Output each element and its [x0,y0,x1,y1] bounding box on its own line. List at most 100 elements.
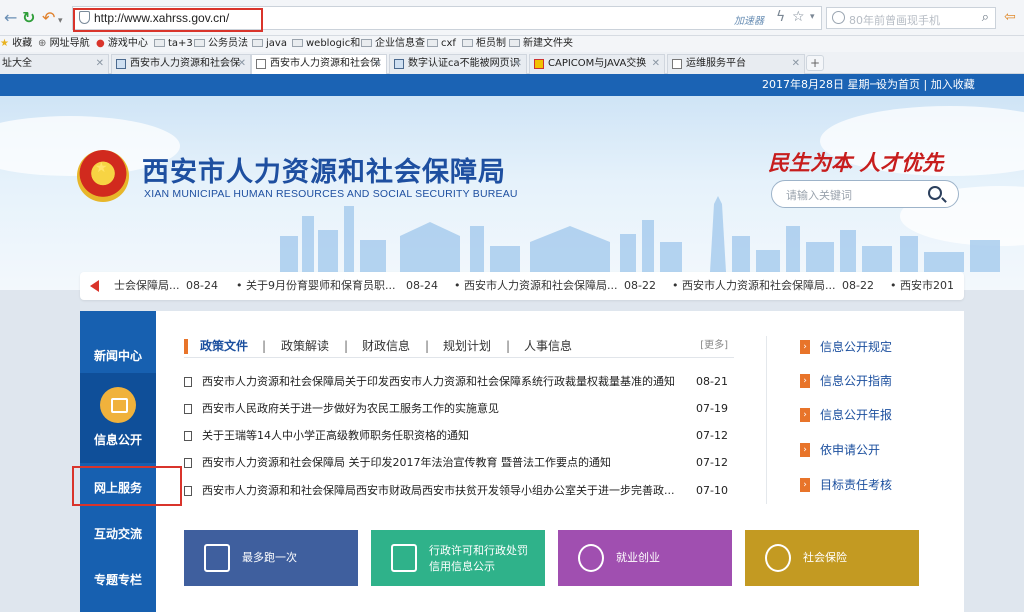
chevron-right-icon: › [800,374,810,388]
star-dropdown-icon[interactable]: ▾ [810,12,815,22]
ticker-item[interactable]: • 西安市人力资源和社会保障局... [672,272,836,300]
site-title[interactable]: 西安市人力资源和社会保障局 [142,150,506,189]
document-icon [184,458,192,468]
search-engine-icon[interactable] [832,11,845,24]
star-icon[interactable]: ☆ [792,9,805,25]
tab-financial-info[interactable]: 财政信息 [362,338,410,354]
folder-icon [361,39,372,47]
tab-title: 西安市人力资源和社会保 [270,58,380,69]
service-tile-employment[interactable]: 就业创业 [558,530,732,586]
folder-icon [194,39,205,47]
news-item[interactable]: 关于王瑞等14人中小学正高级教师职务任职资格的通知 07-12 [184,427,734,445]
close-icon[interactable]: ✕ [238,55,246,73]
topbar-links[interactable]: 设为首页 | 加入收藏 [876,74,975,96]
users-icon [578,544,604,572]
new-tab-button[interactable]: + [806,55,824,71]
news-item[interactable]: 西安市人力资源和社会保障局关于印发西安市人力资源和社会保障系统行政裁量权裁量基准… [184,373,734,391]
close-icon[interactable]: ✕ [374,55,382,73]
news-item[interactable]: 西安市人民政府关于进一步做好为农民工服务工作的实施意见 07-19 [184,400,734,418]
service-tile-credit-info[interactable]: 行政许可和行政处罚 信用信息公示 [371,530,545,586]
news-title[interactable]: 西安市人力资源和和社会保障局西安市财政局西安市扶贫开发领导小组办公室关于进一步完… [202,482,682,500]
ticker-item[interactable]: • 关于9月份育婴师和保育员职... [236,272,396,300]
folder-icon [509,39,520,47]
tab-personnel-info[interactable]: 人事信息 [524,338,572,354]
sidebar-toggle-icon[interactable]: ⇦ [1004,8,1016,26]
news-title[interactable]: 西安市人力资源和社会保障局关于印发西安市人力资源和社会保障系统行政裁量权裁量基准… [202,373,682,391]
bookmark-favorites[interactable]: ★ 收藏 [0,37,32,51]
news-title[interactable]: 关于王瑞等14人中小学正高级教师职务任职资格的通知 [202,427,682,445]
service-tile-social-insurance[interactable]: 社会保险 [745,530,919,586]
bookmark-games[interactable]: ● 游戏中心 [96,37,148,51]
undo-icon[interactable]: ↶ [42,9,55,27]
browser-tab[interactable]: 数字认证ca不能被网页识 ✕ [389,54,527,74]
left-sidebar-nav: 新闻中心 信息公开 网上服务 互动交流 专题专栏 [80,311,156,612]
bookmark-folder[interactable]: 柜员制 [462,37,506,51]
back-icon[interactable]: ← [4,9,17,27]
close-icon[interactable]: ✕ [792,55,800,73]
site-search-placeholder: 请输入关键词 [786,189,852,202]
close-icon[interactable]: ✕ [96,55,104,73]
search-icon[interactable] [928,186,942,200]
browser-tab[interactable]: 西安市人力资源和社会保 ✕ [111,54,251,74]
ticker-item[interactable]: • 西安市人力资源和社会保障局... [454,272,618,300]
folder-icon [462,39,473,47]
browser-tab[interactable]: 址大全 ✕ [0,54,109,74]
speaker-icon [90,280,99,292]
news-date: 07-12 [696,456,728,469]
chevron-right-icon: › [800,340,810,354]
bookmark-folder[interactable]: 企业信息查 [361,37,425,51]
ticker-item[interactable]: • 西安市201 [890,272,954,300]
tab-title: 数字认证ca不能被网页识 [408,58,520,69]
browser-tab-strip: 址大全 ✕ 西安市人力资源和社会保 ✕ 西安市人力资源和社会保 ✕ 数字认证ca不能被… [0,52,1024,74]
refresh-icon[interactable]: ↻ [22,9,35,27]
chevron-right-icon: › [800,443,810,457]
document-icon [184,431,192,441]
more-link[interactable]: [更多] [700,338,728,354]
info-disclosure-icon [100,387,136,423]
document-icon [184,486,192,496]
news-item[interactable]: 西安市人力资源和社会保障局 关于印发2017年法治宣传教育 暨普法工作要点的通知… [184,454,734,472]
national-emblem-logo[interactable]: ★ [77,150,129,202]
close-icon[interactable]: ✕ [652,55,660,73]
bookmark-folder[interactable]: cxf [427,37,456,51]
close-icon[interactable]: ✕ [514,55,522,73]
news-title[interactable]: 西安市人力资源和社会保障局 关于印发2017年法治宣传教育 暨普法工作要点的通知 [202,454,682,472]
lightning-icon[interactable]: ϟ [776,9,785,25]
ticker-date: 08-22 [842,279,874,292]
browser-tab[interactable]: 运维服务平台 ✕ [667,54,805,74]
news-date: 07-10 [696,484,728,497]
folder-icon [427,39,438,47]
bookmark-folder[interactable]: weblogic和 [292,37,360,51]
tab-policy-documents[interactable]: 政策文件 [200,338,248,354]
sidebar-item-info-disclosure[interactable]: 信息公开 [80,431,156,448]
tab-planning[interactable]: 规划计划 [443,338,491,354]
browser-search-field[interactable]: 80年前曾画现手机 ⌕ [826,7,996,29]
tab-policy-interpretation[interactable]: 政策解读 [281,338,329,354]
search-icon[interactable]: ⌕ [982,10,989,25]
browser-tab-active[interactable]: 西安市人力资源和社会保 ✕ [251,54,387,74]
sidebar-item-news-center[interactable]: 新闻中心 [80,347,156,364]
bookmark-folder[interactable]: ta+3 [154,37,193,51]
url-highlight-box [73,8,263,32]
service-tile-run-once[interactable]: 最多跑一次 [184,530,358,586]
game-icon: ● [96,38,105,49]
page-icon [672,59,682,69]
news-date: 08-21 [696,375,728,388]
news-title[interactable]: 西安市人民政府关于进一步做好为农民工服务工作的实施意见 [202,400,682,418]
site-search-field[interactable]: 请输入关键词 [771,180,959,208]
news-item[interactable]: 西安市人力资源和和社会保障局西安市财政局西安市扶贫开发领导小组办公室关于进一步完… [184,482,734,500]
browser-tab[interactable]: CAPICOM与JAVA交换 ✕ [529,54,665,74]
current-date: 2017年8月28日 星期一 [762,78,881,91]
undo-dropdown-icon[interactable]: ▾ [58,12,63,30]
browser-search-placeholder: 80年前曾画现手机 [849,14,940,27]
bookmark-folder[interactable]: 新建文件夹 [509,37,573,51]
sidebar-item-special-topics[interactable]: 专题专栏 [80,571,156,588]
chevron-right-icon: › [800,478,810,492]
document-icon [184,377,192,387]
sidebar-item-interaction[interactable]: 互动交流 [80,525,156,542]
ticker-item[interactable]: 士会保障局... [114,272,180,300]
bookmark-folder[interactable]: java [252,37,287,51]
accelerator-label[interactable]: 加速器 [734,12,764,27]
bookmark-nav[interactable]: ⊕ 网址导航 [38,37,90,51]
bookmark-folder[interactable]: 公务员法 [194,37,248,51]
